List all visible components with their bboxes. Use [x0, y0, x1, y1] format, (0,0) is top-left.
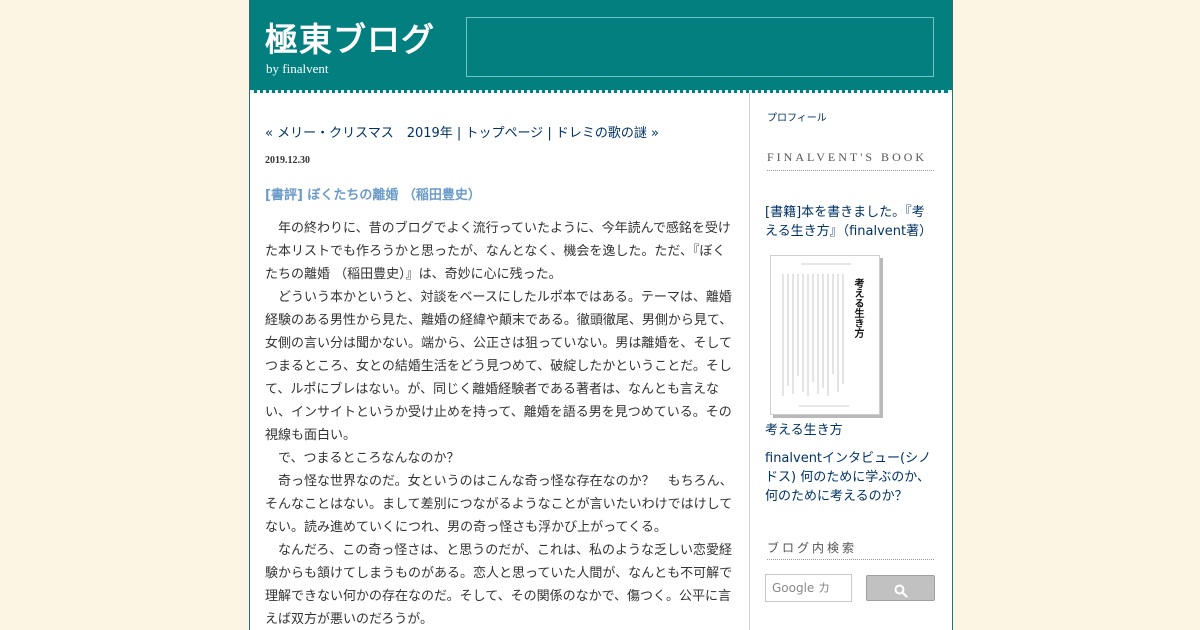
blog-title[interactable]: 極東ブログ	[265, 13, 435, 61]
profile-link[interactable]: プロフィール	[767, 109, 827, 124]
sidebar: プロフィール FINALVENT'S BOOK [書籍]本を書きました。『考える…	[750, 93, 952, 630]
entry-date: 2019.12.30	[265, 155, 310, 166]
main-content: « メリー・クリスマス 2019年 | トップページ | ドレミの歌の謎 » 2…	[250, 93, 750, 630]
entry-navigation: « メリー・クリスマス 2019年 | トップページ | ドレミの歌の謎 »	[265, 122, 659, 141]
blog-author: by finalvent	[266, 61, 329, 76]
nav-separator: |	[543, 126, 556, 141]
page-container: 極東ブログ by finalvent « メリー・クリスマス 2019年 | ト…	[249, 0, 953, 630]
entry-paragraph: どういう本かというと、対談をベースにしたルポ本ではある。テーマは、離婚経験のある…	[265, 290, 733, 443]
entry-paragraph: で、つまるところなんなのか？	[278, 451, 460, 466]
entry-title-link[interactable]: [書評] ぼくたちの離婚 （稲田豊史）	[265, 184, 481, 203]
book-cover-image[interactable]: 考える生き方	[770, 255, 880, 415]
book-cover-title: 考える生き方	[852, 278, 863, 338]
search-button[interactable]	[866, 575, 935, 601]
top-page-link[interactable]: トップページ	[465, 126, 543, 141]
entry-body: 年の終わりに、昔のブログでよく流行っていたように、今年読んで感銘を受けた本リスト…	[265, 217, 735, 630]
nav-separator: |	[452, 126, 466, 141]
entry-paragraph: 年の終わりに、昔のブログでよく流行っていたように、今年読んで感銘を受けた本リスト…	[265, 221, 731, 282]
entry-paragraph: 奇っ怪な世界なのだ。女というのはこんな奇っ怪な存在なのか？ もちろん、そんなこと…	[265, 474, 733, 535]
book-name-link[interactable]: 考える生き方	[765, 419, 843, 438]
next-entry-link[interactable]: ドレミの歌の謎 »	[556, 126, 659, 141]
book-announcement-link[interactable]: [書籍]本を書きました。『考える生き方』（finalvent著）	[765, 203, 937, 241]
banner-ad-slot	[466, 17, 934, 77]
blog-search-heading: ブログ内検索	[767, 539, 934, 560]
search-icon	[894, 584, 908, 598]
blog-banner: 極東ブログ by finalvent	[250, 0, 952, 93]
book-section-heading: FINALVENT'S BOOK	[767, 146, 934, 171]
entry-paragraph: なんだろ、この奇っ怪さは、と思うのだが、これは、私のような乏しい恋愛経験からも頷…	[265, 543, 733, 627]
prev-entry-link[interactable]: « メリー・クリスマス 2019年	[265, 126, 453, 141]
search-input[interactable]	[765, 574, 852, 602]
interview-link[interactable]: finalventインタビュー(シノドス) 何のために学ぶのか、何のために考える…	[765, 449, 940, 506]
